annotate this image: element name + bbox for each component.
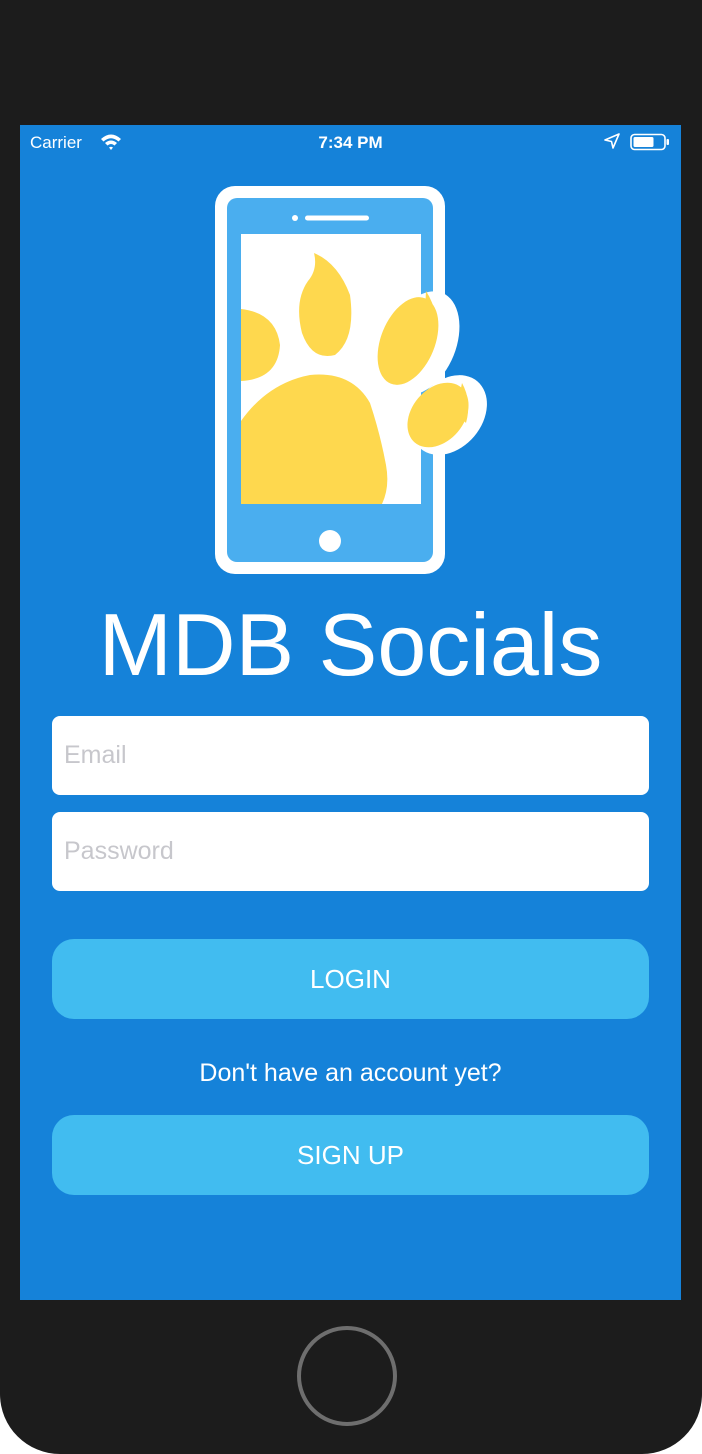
- no-account-prompt: Don't have an account yet?: [199, 1059, 502, 1087]
- app-screen: Carrier 7:34 PM MDB Socials Email LOGIN …: [20, 125, 681, 1300]
- phone-device-frame: Carrier 7:34 PM MDB Socials Email LOGIN …: [0, 0, 702, 1454]
- status-bar: Carrier 7:34 PM: [20, 125, 681, 159]
- battery-icon: [630, 133, 669, 151]
- login-button[interactable]: LOGIN: [52, 939, 649, 1019]
- location-arrow-icon: [604, 133, 620, 149]
- phone-with-paw-logo: [215, 186, 487, 574]
- app-title: MDB Socials: [98, 595, 603, 694]
- home-button[interactable]: [297, 1326, 397, 1426]
- signup-button[interactable]: SIGN UP: [52, 1115, 649, 1195]
- password-field[interactable]: [52, 812, 649, 891]
- email-field[interactable]: [52, 716, 649, 795]
- status-time: 7:34 PM: [318, 133, 383, 152]
